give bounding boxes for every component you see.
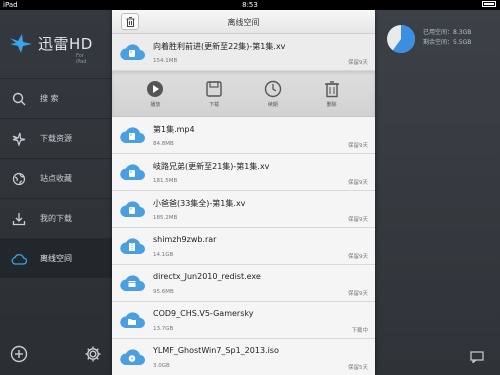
file-row[interactable]: 向着胜利前进(更新至22集)-第1集.xv 154.1MB 保留9天	[112, 34, 375, 71]
cloud-file-icon	[120, 164, 145, 180]
file-size: 95.6MB	[153, 289, 174, 295]
sidebar-item-label: 下载资源	[40, 134, 72, 143]
file-status: 保留9天	[348, 217, 368, 223]
storage-pie-chart	[387, 25, 415, 53]
cloud-file-icon	[120, 275, 145, 291]
sidebar-item-offline-space[interactable]: 离线空间	[0, 238, 112, 278]
file-status: 保留9天	[348, 291, 368, 297]
cloud-file-icon	[120, 349, 145, 365]
cloud-file-icon	[120, 44, 145, 60]
panel-header: 离线空间	[112, 10, 375, 34]
file-name: YLMF_GhostWin7_Sp1_2013.iso	[153, 346, 279, 355]
file-size: 14.1GB	[153, 252, 174, 258]
clock-icon	[264, 80, 282, 98]
sidebar-item-my-downloads[interactable]: 我的下载	[0, 198, 112, 238]
file-size: 84.8MB	[153, 141, 174, 147]
bird-icon	[11, 131, 27, 147]
file-name: 岐路兄弟(更新至21集)-第1集.xv	[153, 162, 270, 171]
file-row[interactable]: COD9_CHS.V5-Gamersky 13.7GB 下载中	[112, 302, 375, 339]
storage-info: 已用空间：8.3GB 剩余空间：5.5GB	[423, 28, 471, 48]
app-logo: 迅雷HD For iPad	[8, 32, 93, 65]
search-icon	[11, 91, 27, 107]
file-size: 3.0GB	[153, 363, 170, 369]
file-status: 保留9天	[348, 254, 368, 260]
globe-icon	[11, 171, 27, 187]
cloud-icon	[11, 251, 27, 267]
trash-icon	[323, 80, 341, 98]
sidebar-item-label: 搜 索	[40, 94, 59, 103]
file-status: 保留9天	[348, 180, 368, 186]
file-name: shimzh9zwb.rar	[153, 235, 217, 244]
app-subtitle: For iPad	[76, 53, 87, 65]
file-name: 小爸爸(33集全)-第1集.xv	[153, 199, 246, 208]
sidebar-nav: 搜 索 下载资源 站点收藏 我的下载 离线空间	[0, 78, 112, 278]
thunder-bird-icon	[10, 34, 32, 53]
panel-title: 离线空间	[227, 18, 260, 27]
offline-space-panel: 离线空间 向着胜利前进(更新至22集)-第1集.xv 154.1MB 保留9天 …	[112, 10, 375, 375]
cloud-file-icon	[120, 201, 145, 217]
file-name: 向着胜利前进(更新至22集)-第1集.xv	[153, 42, 286, 51]
file-row[interactable]: YLMF_GhostWin7_Sp1_2013.iso 3.0GB 保留5天	[112, 339, 375, 375]
add-icon[interactable]	[10, 345, 28, 367]
file-row[interactable]: 岐路兄弟(更新至21集)-第1集.xv 181.5MB 保留9天	[112, 154, 375, 191]
app-name: 迅雷HD	[38, 34, 93, 53]
file-name: directx_Jun2010_redist.exe	[153, 272, 261, 281]
file-action-bar: 播放 下载 续期 删除	[112, 71, 375, 117]
gear-icon[interactable]	[84, 345, 102, 367]
sidebar-item-label: 我的下载	[40, 214, 72, 223]
cloud-file-icon	[120, 238, 145, 254]
file-size: 154.1MB	[153, 58, 178, 64]
storage-area	[375, 10, 500, 375]
file-status: 下载中	[351, 328, 368, 334]
play-button[interactable]: 播放	[135, 71, 175, 116]
status-bar: iPad 8:53	[0, 0, 500, 10]
file-row[interactable]: 第1集.mp4 84.8MB 保留9天	[112, 117, 375, 154]
play-icon	[146, 80, 164, 98]
action-label: 播放	[150, 102, 161, 108]
message-icon[interactable]	[470, 348, 484, 367]
file-status: 保留9天	[348, 60, 368, 66]
sidebar-item-resources[interactable]: 下载资源	[0, 118, 112, 158]
file-row[interactable]: directx_Jun2010_redist.exe 95.6MB 保留9天	[112, 265, 375, 302]
used-space-label: 已用空间：8.3GB	[423, 29, 472, 36]
save-button[interactable]: 下载	[194, 71, 234, 116]
clock-button[interactable]: 续期	[253, 71, 293, 116]
file-row[interactable]: 小爸爸(33集全)-第1集.xv 185.2MB 保留9天	[112, 191, 375, 228]
sidebar-item-label: 站点收藏	[40, 174, 72, 183]
clock: 8:53	[242, 1, 258, 9]
sidebar-footer	[10, 345, 102, 367]
file-status: 保留5天	[348, 365, 368, 371]
trash-button[interactable]: 删除	[312, 71, 352, 116]
free-space-label: 剩余空间：5.5GB	[423, 39, 472, 46]
cloud-file-icon	[120, 127, 145, 143]
file-size: 13.7GB	[153, 326, 174, 332]
sidebar: 迅雷HD For iPad 搜 索 下载资源 站点收藏 我的下载 离线空间	[0, 10, 112, 375]
file-name: 第1集.mp4	[153, 125, 195, 134]
battery-icon	[482, 0, 496, 7]
save-icon	[205, 80, 223, 98]
sidebar-item-search[interactable]: 搜 索	[0, 78, 112, 118]
sidebar-item-bookmarks[interactable]: 站点收藏	[0, 158, 112, 198]
action-label: 续期	[267, 102, 278, 108]
download-icon	[11, 211, 27, 227]
file-list: 向着胜利前进(更新至22集)-第1集.xv 154.1MB 保留9天 播放 下载…	[112, 34, 375, 375]
file-row[interactable]: shimzh9zwb.rar 14.1GB 保留9天	[112, 228, 375, 265]
file-name: COD9_CHS.V5-Gamersky	[153, 309, 254, 318]
action-label: 下载	[209, 102, 220, 108]
cloud-file-icon	[120, 312, 145, 328]
file-size: 185.2MB	[153, 215, 178, 221]
file-size: 181.5MB	[153, 178, 178, 184]
sidebar-item-label: 离线空间	[40, 254, 72, 263]
action-label: 删除	[326, 102, 337, 108]
file-status: 保留9天	[348, 143, 368, 149]
